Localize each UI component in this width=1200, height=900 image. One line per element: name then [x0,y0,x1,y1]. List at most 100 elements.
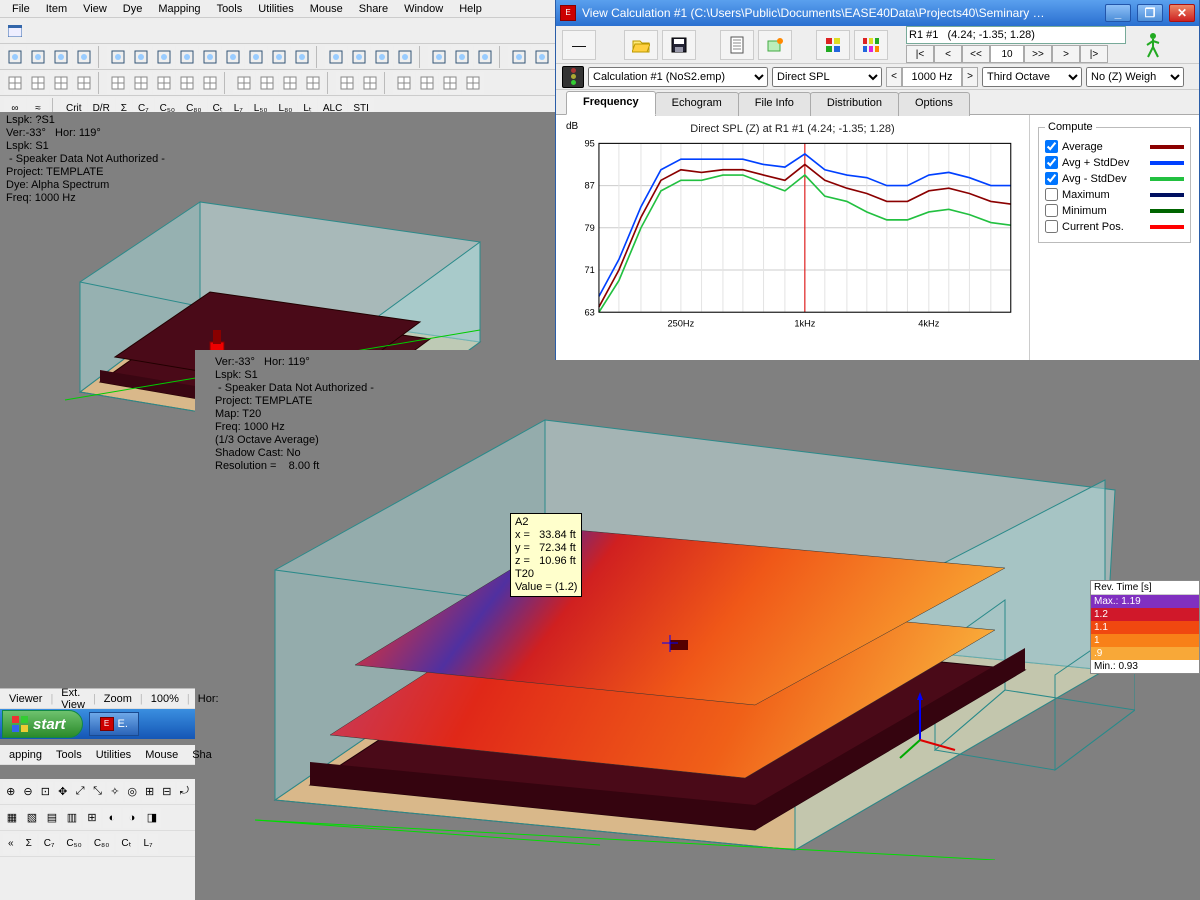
scale3-icon[interactable] [439,72,461,94]
pedestrian-icon[interactable] [1140,30,1166,60]
room-big-render[interactable] [235,390,1135,860]
tool-icon[interactable]: ◐ [103,808,121,828]
tool-icon[interactable]: ▦ [3,808,21,828]
poly-icon[interactable] [199,46,221,68]
scale4-icon[interactable] [462,72,484,94]
target2-icon[interactable] [348,46,370,68]
compute-avgstddev[interactable]: Avg + StdDev [1045,156,1184,169]
tool-icon[interactable]: ▥ [63,808,81,828]
status-item[interactable]: Ext. View [55,687,91,711]
arrange-1-icon[interactable] [816,30,850,60]
metric-button[interactable]: C₈₀ [89,834,115,854]
menu-item[interactable]: Tools [50,749,88,761]
open-icon[interactable] [624,30,658,60]
tab-options[interactable]: Options [898,92,970,116]
save-icon[interactable] [662,30,696,60]
spl-chart[interactable]: 6371798795250Hz1kHz4kHz [566,135,1019,335]
tool-icon[interactable]: ⊕ [3,782,18,802]
band-select[interactable]: Third Octave [982,67,1082,87]
grid3-icon[interactable] [50,72,72,94]
compute-currentpos[interactable]: Current Pos. [1045,220,1184,233]
wire1-icon[interactable] [107,72,129,94]
menu-window[interactable]: Window [396,1,451,17]
color4-icon[interactable] [302,72,324,94]
close-button[interactable]: ✕ [1169,4,1195,22]
export-icon[interactable] [758,30,792,60]
menu-dye[interactable]: Dye [115,1,151,17]
window-icon[interactable] [4,20,26,42]
bulb-icon[interactable] [508,46,530,68]
nav-index-field[interactable] [990,45,1024,63]
menu-view[interactable]: View [75,1,115,17]
text-icon[interactable] [268,46,290,68]
tool-icon[interactable]: ◑ [123,808,141,828]
menu-share[interactable]: Share [351,1,396,17]
grid1-icon[interactable] [4,72,26,94]
person-icon[interactable] [428,46,450,68]
color3-icon[interactable] [279,72,301,94]
tool-icon[interactable]: ⊖ [20,782,35,802]
menu-utilities[interactable]: Utilities [250,1,301,17]
compute-minimum[interactable]: Minimum [1045,204,1184,217]
view3d-icon[interactable] [50,46,72,68]
flag-icon[interactable] [474,46,496,68]
tool-icon[interactable]: ▧ [23,808,41,828]
grid4-icon[interactable] [73,72,95,94]
tab-file-info[interactable]: File Info [738,92,811,116]
nav-btn[interactable]: |< [906,45,934,63]
tab-distribution[interactable]: Distribution [810,92,899,116]
menu-mouse[interactable]: Mouse [302,1,351,17]
target1-icon[interactable] [325,46,347,68]
compute-average[interactable]: Average [1045,140,1184,153]
tool-icon[interactable]: ▤ [43,808,61,828]
freq-next-icon[interactable]: > [962,67,978,87]
menu-tools[interactable]: Tools [209,1,251,17]
menu-mapping[interactable]: Mapping [150,1,208,17]
checkbox[interactable] [1045,204,1058,217]
tool-icon[interactable]: ✥ [55,782,70,802]
status-item[interactable]: Zoom [98,693,138,705]
menu-item[interactable]: Utilities [90,749,137,761]
wire5-icon[interactable] [199,72,221,94]
tool-icon[interactable]: ◎ [125,782,140,802]
grid2-icon[interactable] [27,72,49,94]
color2-icon[interactable] [256,72,278,94]
printer-icon[interactable] [4,46,26,68]
metric-button[interactable]: C₇ [39,834,60,854]
menu-file[interactable]: File [4,1,38,17]
checkbox[interactable] [1045,188,1058,201]
tool-icon[interactable]: ⤡ [90,782,105,802]
tool-icon[interactable]: ⤢ [72,782,87,802]
metric-button[interactable]: C₅₀ [61,834,86,854]
wire2-icon[interactable] [130,72,152,94]
scale2-icon[interactable] [416,72,438,94]
wire3-icon[interactable] [153,72,175,94]
wire4-icon[interactable] [176,72,198,94]
checkbox[interactable] [1045,220,1058,233]
tool-icon[interactable]: ⊞ [142,782,157,802]
metric-button[interactable]: L₇ [139,834,158,854]
tool-icon[interactable]: ◨ [143,808,161,828]
maximize-button[interactable]: ❐ [1137,4,1163,22]
minimize-button[interactable]: _ [1105,4,1131,22]
nav-btn[interactable]: |> [1080,45,1108,63]
menu-item[interactable]: apping [3,749,48,761]
checkbox[interactable] [1045,156,1058,169]
cursor-icon[interactable] [107,46,129,68]
metric-button[interactable]: Σ [21,834,37,854]
menu-item[interactable]: Mouse [139,749,184,761]
checkbox[interactable] [1045,172,1058,185]
grad-cap-icon[interactable] [451,46,473,68]
tool-icon[interactable]: ✧ [107,782,122,802]
tab-echogram[interactable]: Echogram [655,92,739,116]
metric-button[interactable]: Cₜ [116,834,136,854]
compute-avgstddev[interactable]: Avg - StdDev [1045,172,1184,185]
document-icon[interactable] [720,30,754,60]
menu-item[interactable]: Sha [186,749,218,761]
tool-icon[interactable]: ⊟ [159,782,174,802]
nav-btn[interactable]: << [962,45,990,63]
tool-icon[interactable]: ⊡ [38,782,53,802]
fill-icon[interactable] [222,46,244,68]
gear-icon[interactable] [531,46,553,68]
color1-icon[interactable] [233,72,255,94]
